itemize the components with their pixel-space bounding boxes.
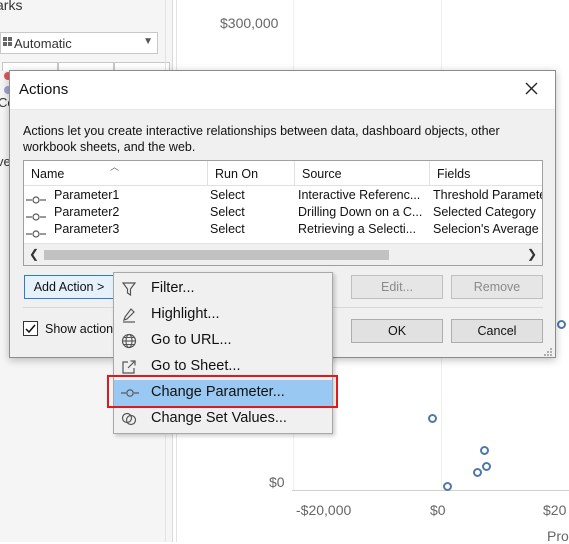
- parameter-action-icon: [26, 192, 46, 204]
- data-point[interactable]: [428, 414, 437, 423]
- cell-run-on: Select: [210, 188, 245, 202]
- sort-ascending-icon: ︿: [110, 162, 120, 172]
- column-header-fields[interactable]: Fields: [430, 161, 542, 185]
- go-to-sheet-icon: [121, 359, 137, 375]
- callout-highlight-box: [107, 375, 338, 408]
- column-header-name[interactable]: Name ︿: [24, 161, 208, 185]
- cancel-button[interactable]: Cancel: [451, 319, 543, 343]
- scroll-right-icon[interactable]: ❯: [525, 247, 539, 261]
- mark-type-dropdown[interactable]: Automatic ▼: [0, 32, 158, 54]
- data-point[interactable]: [443, 482, 452, 491]
- column-label: Name: [31, 167, 65, 181]
- x-axis-label: $0: [430, 502, 446, 518]
- data-point[interactable]: [473, 468, 482, 477]
- dialog-title: Actions: [19, 81, 69, 98]
- menu-item-label: Highlight...: [151, 306, 220, 322]
- x-axis-line: [292, 490, 569, 491]
- data-point[interactable]: [482, 462, 491, 471]
- table-header: Name ︿ Run On Source Fields: [24, 161, 542, 186]
- y-axis-label: $300,000: [220, 15, 279, 31]
- cell-run-on: Select: [210, 222, 245, 236]
- menu-item-go-to-url[interactable]: Go to URL...: [114, 328, 332, 354]
- globe-icon: [121, 333, 137, 349]
- marks-title: arks: [0, 0, 23, 13]
- y-axis-label: $0: [269, 474, 285, 490]
- column-header-source[interactable]: Source: [295, 161, 430, 185]
- table-row[interactable]: Parameter2 Select Drilling Down on a C..…: [24, 204, 542, 221]
- filter-icon: [121, 281, 137, 297]
- column-header-run-on[interactable]: Run On: [208, 161, 295, 185]
- menu-item-label: Go to URL...: [151, 332, 232, 348]
- menu-item-highlight[interactable]: Highlight...: [114, 302, 332, 328]
- cell-run-on: Select: [210, 205, 245, 219]
- cell-source: Drilling Down on a C...: [298, 205, 423, 219]
- table-row[interactable]: Parameter1 Select Interactive Referenc..…: [24, 187, 543, 204]
- menu-item-label: Go to Sheet...: [151, 358, 241, 374]
- show-actions-label: Show action: [45, 322, 114, 336]
- edit-button[interactable]: Edit...: [351, 275, 443, 299]
- chevron-down-icon: ▼: [143, 36, 153, 47]
- cell-fields: Selecion's Average: [433, 222, 539, 236]
- table-row[interactable]: Parameter3 Select Retrieving a Selecti..…: [24, 221, 542, 238]
- highlight-icon: [121, 307, 137, 323]
- data-point[interactable]: [480, 446, 489, 455]
- parameter-action-icon: [26, 209, 46, 221]
- cell-fields: Selected Category: [433, 205, 536, 219]
- cell-name: Parameter3: [54, 222, 120, 236]
- show-actions-checkbox[interactable]: [23, 321, 38, 336]
- data-point[interactable]: [557, 320, 566, 329]
- mark-type-value: Automatic: [14, 36, 72, 51]
- horizontal-scrollbar[interactable]: ❮ ❯: [24, 243, 542, 265]
- cell-source: Retrieving a Selecti...: [298, 222, 417, 236]
- cell-name: Parameter2: [54, 205, 120, 219]
- dialog-description: Actions let you create interactive relat…: [23, 124, 500, 154]
- ok-button[interactable]: OK: [351, 319, 443, 343]
- scrollbar-thumb[interactable]: [44, 250, 389, 260]
- cell-fields: Threshold Paramete: [433, 188, 543, 202]
- remove-button[interactable]: Remove: [451, 275, 543, 299]
- menu-item-label: Filter...: [151, 280, 195, 296]
- cell-source: Interactive Referenc...: [298, 188, 421, 202]
- close-icon[interactable]: [522, 79, 542, 99]
- add-action-button[interactable]: Add Action >: [24, 275, 114, 299]
- menu-item-filter[interactable]: Filter...: [114, 276, 332, 302]
- cell-name: Parameter1: [54, 188, 120, 202]
- menu-item-label: Change Set Values...: [151, 410, 287, 426]
- x-axis-label: -$20,000: [296, 502, 352, 518]
- menu-item-change-set-values[interactable]: Change Set Values...: [114, 406, 332, 432]
- set-values-icon: [121, 411, 137, 427]
- add-action-menu: Filter... Highlight... Go to URL... Go t…: [113, 272, 333, 434]
- parameter-action-icon: [26, 226, 46, 238]
- mark-type-icon: [3, 37, 13, 47]
- actions-table: Name ︿ Run On Source Fields Parameter1 S…: [23, 160, 543, 266]
- resize-grip-icon[interactable]: [543, 345, 553, 356]
- scroll-left-icon[interactable]: ❮: [27, 247, 41, 261]
- x-axis-label: $20: [543, 502, 567, 518]
